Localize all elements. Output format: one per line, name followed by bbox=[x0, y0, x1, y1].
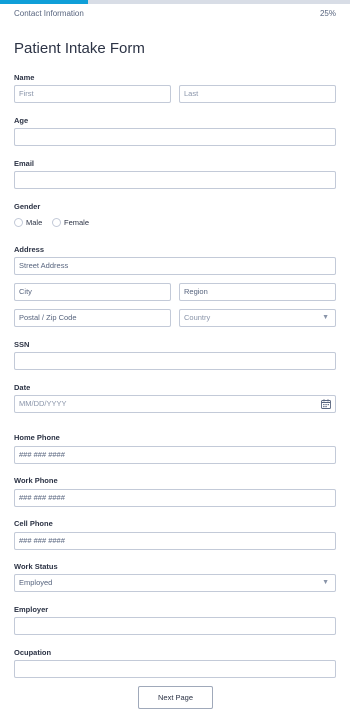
email-label: Email bbox=[14, 159, 35, 168]
age-label: Age bbox=[14, 116, 29, 125]
zip-code-input[interactable]: Postal / Zip Code bbox=[14, 309, 171, 327]
form-title: Patient Intake Form bbox=[14, 40, 145, 57]
next-page-button[interactable]: Next Page bbox=[138, 686, 213, 709]
street-address-input[interactable]: Street Address bbox=[14, 257, 336, 275]
cell-phone-input[interactable]: ### ### #### bbox=[14, 532, 336, 550]
ssn-input[interactable] bbox=[14, 352, 336, 370]
progress-section-label: Contact Information bbox=[14, 9, 84, 18]
work-status-select[interactable]: Employed ▼ bbox=[14, 574, 336, 592]
progress-percent: 25% bbox=[319, 9, 336, 18]
last-name-input[interactable]: Last bbox=[179, 85, 336, 103]
address-label: Address bbox=[14, 245, 45, 254]
progress-bar bbox=[0, 0, 350, 4]
region-input[interactable]: Region bbox=[179, 283, 336, 301]
gender-male-radio[interactable] bbox=[14, 218, 23, 227]
work-status-label: Work Status bbox=[14, 562, 58, 571]
work-phone-label: Work Phone bbox=[14, 476, 58, 485]
country-select[interactable]: Country ▼ bbox=[179, 309, 336, 327]
date-placeholder: MM/DD/YYYY bbox=[19, 399, 67, 408]
chevron-down-icon: ▼ bbox=[322, 579, 329, 586]
home-phone-input[interactable]: ### ### #### bbox=[14, 446, 336, 464]
ssn-label: SSN bbox=[14, 340, 30, 349]
gender-female-radio[interactable] bbox=[52, 218, 61, 227]
date-label: Date bbox=[14, 383, 31, 392]
gender-label: Gender bbox=[14, 202, 41, 211]
occupation-label: Ocupation bbox=[14, 648, 52, 657]
cell-phone-label: Cell Phone bbox=[14, 519, 53, 528]
employer-input[interactable] bbox=[14, 617, 336, 635]
work-phone-input[interactable]: ### ### #### bbox=[14, 489, 336, 507]
first-name-input[interactable]: First bbox=[14, 85, 171, 103]
home-phone-label: Home Phone bbox=[14, 433, 60, 442]
chevron-down-icon: ▼ bbox=[322, 314, 329, 321]
calendar-icon[interactable] bbox=[321, 399, 331, 409]
gender-female-label[interactable]: Female bbox=[64, 218, 89, 227]
occupation-input[interactable] bbox=[14, 660, 336, 678]
age-input[interactable] bbox=[14, 128, 336, 146]
name-label: Name bbox=[14, 73, 35, 82]
email-input[interactable] bbox=[14, 171, 336, 189]
work-status-value: Employed bbox=[19, 578, 53, 587]
progress-fill bbox=[0, 0, 88, 4]
gender-male-label[interactable]: Male bbox=[26, 218, 42, 227]
city-input[interactable]: City bbox=[14, 283, 171, 301]
employer-label: Employer bbox=[14, 605, 49, 614]
date-input[interactable]: MM/DD/YYYY bbox=[14, 395, 336, 413]
country-select-value: Country bbox=[184, 313, 211, 322]
